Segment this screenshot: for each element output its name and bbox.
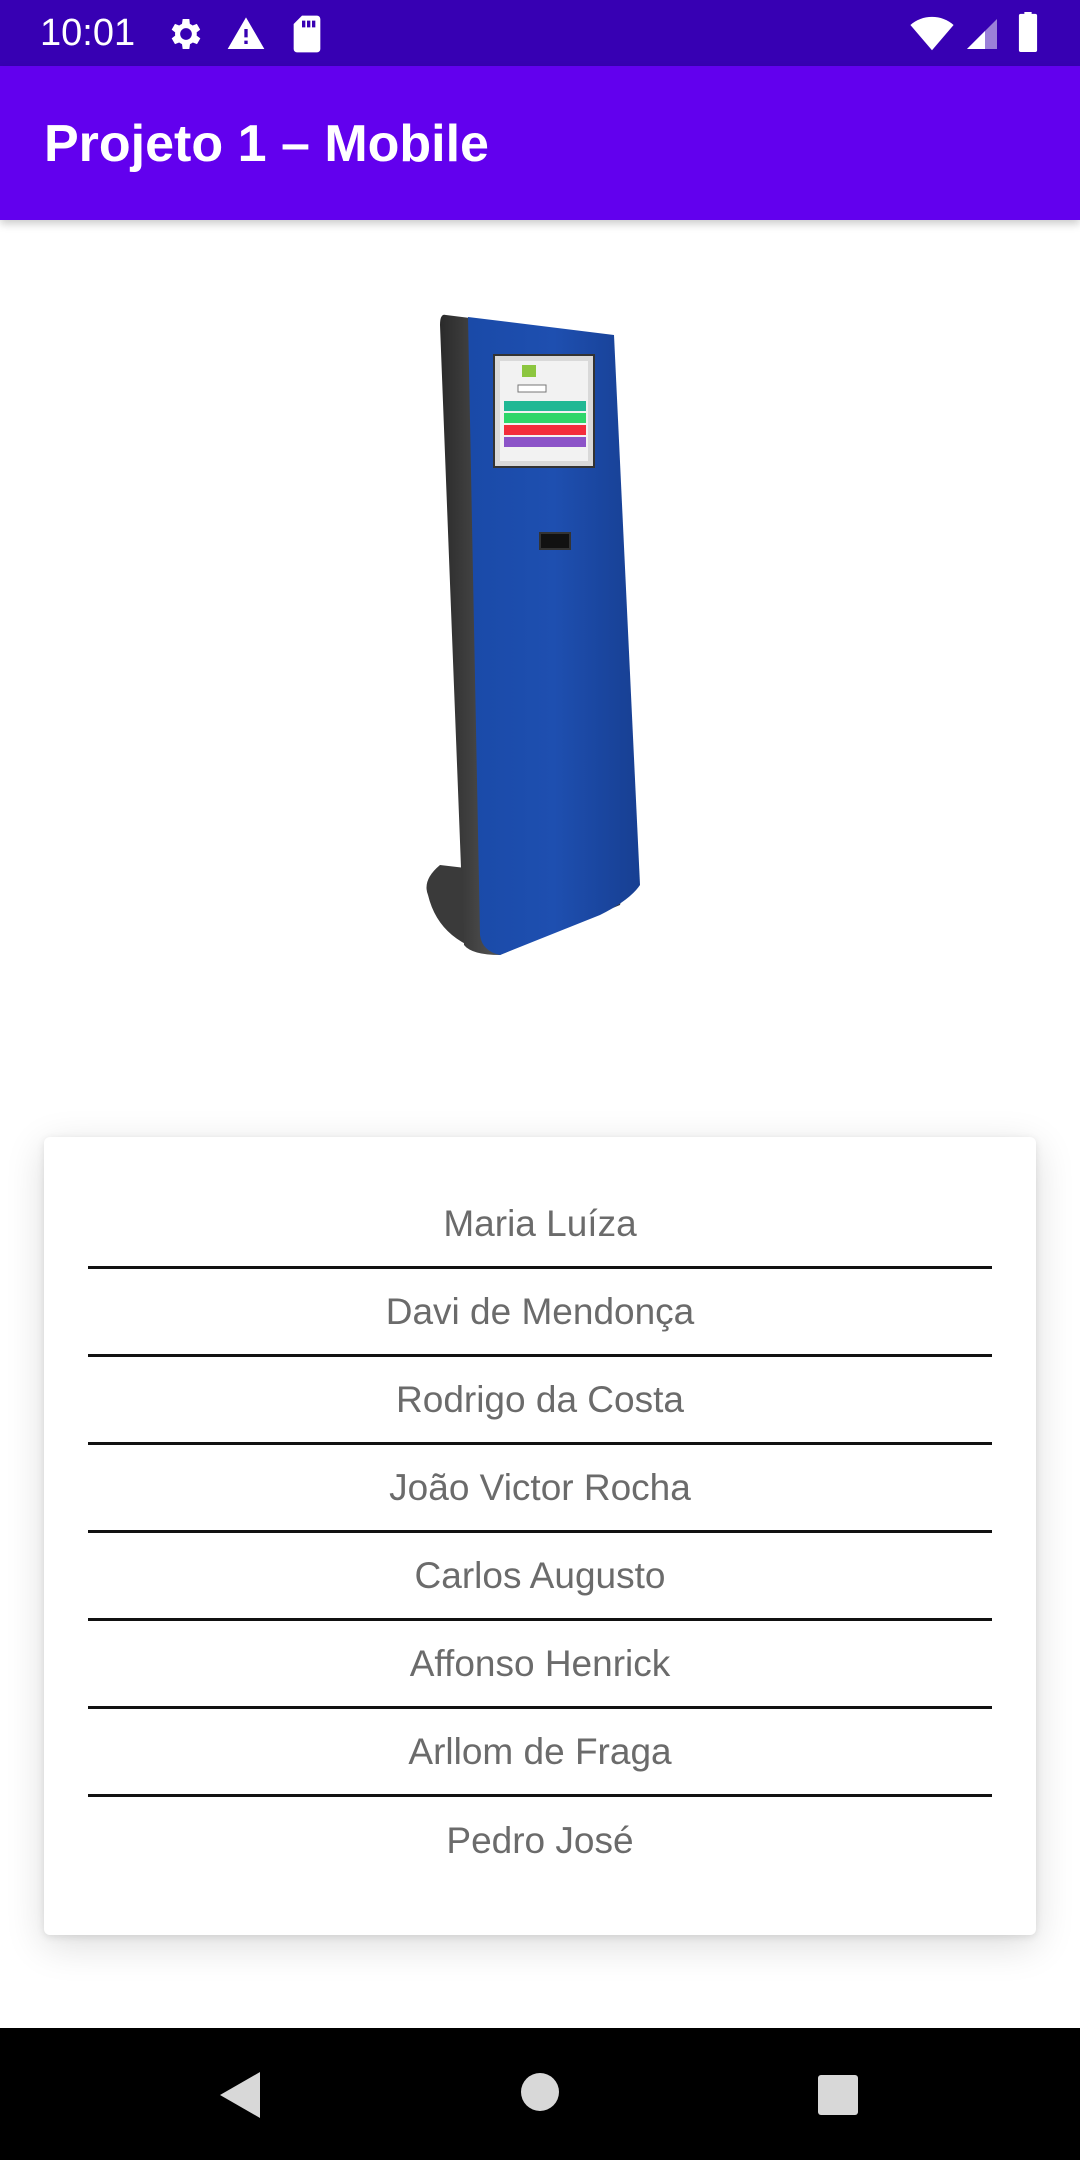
status-time: 10:01: [40, 12, 136, 54]
wifi-icon: [910, 16, 954, 57]
settings-icon: [166, 14, 206, 59]
recents-icon[interactable]: [817, 2074, 859, 2121]
sd-card-icon: [290, 14, 324, 59]
list-item: Affonso Henrick: [88, 1621, 992, 1709]
list-item: Davi de Mendonça: [88, 1269, 992, 1357]
list-item: João Victor Rocha: [88, 1445, 992, 1533]
list-item: Maria Luíza: [88, 1181, 992, 1269]
names-list: Maria Luíza Davi de Mendonça Rodrigo da …: [88, 1181, 992, 1885]
list-item: Rodrigo da Costa: [88, 1357, 992, 1445]
list-item: Carlos Augusto: [88, 1533, 992, 1621]
alert-triangle-icon: [226, 14, 266, 59]
navigation-bar: [0, 2028, 1080, 2160]
app-title: Projeto 1 – Mobile: [44, 115, 489, 173]
back-icon[interactable]: [216, 2070, 264, 2125]
battery-icon: [1016, 12, 1040, 57]
names-card: Maria Luíza Davi de Mendonça Rodrigo da …: [44, 1137, 1036, 1935]
cellular-signal-icon: [964, 16, 1000, 57]
app-bar: Projeto 1 – Mobile: [0, 66, 1080, 220]
list-item: Pedro José: [446, 1820, 634, 1861]
home-icon[interactable]: [520, 2072, 560, 2117]
list-item: Arllom de Fraga: [88, 1709, 992, 1797]
kiosk-totem-image: [420, 305, 660, 965]
status-bar: 10:01: [0, 0, 1080, 66]
